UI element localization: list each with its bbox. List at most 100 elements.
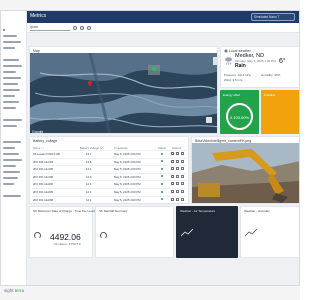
row-timestamp: May 5, 2025 4:00 PM <box>114 159 141 164</box>
delete-icon[interactable] <box>181 174 184 178</box>
sidebar-item[interactable] <box>3 71 16 73</box>
sidebar-item[interactable] <box>3 125 17 127</box>
energy-tile-title: Energy effort <box>223 93 241 97</box>
status-indicator <box>161 182 163 185</box>
view-icon[interactable] <box>176 182 179 186</box>
filter-icon[interactable] <box>73 26 77 30</box>
view-icon[interactable] <box>176 159 179 163</box>
edit-icon[interactable] <box>171 182 174 186</box>
edit-icon[interactable] <box>171 167 174 171</box>
edit-icon[interactable] <box>171 159 174 163</box>
warning-tile-title: Frobilinir <box>264 93 276 97</box>
sidebar-item[interactable] <box>3 95 15 97</box>
row-timestamp: May 5, 2025 4:00 PM <box>114 174 141 179</box>
humidity-title: Weather - Humidity <box>244 209 270 213</box>
sidebar-item[interactable] <box>3 147 15 149</box>
warning-status-tile[interactable]: Frobilinir <box>261 90 299 134</box>
row-voltage: 12.1 <box>86 197 92 202</box>
row-name: 2K6 F01 HH196 <box>33 174 54 179</box>
sidebar-item[interactable] <box>3 183 14 185</box>
refresh-icon[interactable] <box>80 26 84 30</box>
battery-table-widget: Battery_voltage Name ↑↑ Battery Voltage … <box>29 136 189 204</box>
dashboard-screen: Metrics Simulated Nano T quarr Map Googl… <box>0 10 300 286</box>
row-timestamp: May 5, 2025 4:00 PM <box>114 152 141 156</box>
row-timestamp: May 5, 2025 4:00 PM <box>114 190 141 194</box>
row-voltage: 13.5 <box>86 159 92 164</box>
table-row-divider <box>32 165 186 167</box>
map-widget: Map Google <box>29 46 218 134</box>
sidebar-item[interactable] <box>3 83 18 85</box>
sidebar-item[interactable] <box>3 65 22 67</box>
row-name: 2K6 F01 HH200 <box>33 182 54 187</box>
sidebar-item[interactable] <box>3 59 19 61</box>
camera-image[interactable] <box>192 143 299 203</box>
sidebar-item[interactable] <box>3 171 20 173</box>
sidebar-item[interactable] <box>3 177 18 179</box>
view-icon[interactable] <box>176 174 179 178</box>
weather-pressure: Pressure: 1014 hPa <box>224 73 251 77</box>
sidebar-item[interactable] <box>3 159 22 161</box>
status-indicator <box>161 167 163 170</box>
sidebar-item[interactable] <box>3 47 15 49</box>
map-terrain <box>30 52 217 133</box>
air-temperature-title: Weather - Air Temperature <box>180 209 216 213</box>
sidebar-item[interactable] <box>3 77 21 79</box>
sidebar-item[interactable] <box>3 141 21 143</box>
sidebar-item[interactable] <box>3 89 20 91</box>
delete-icon[interactable] <box>181 152 184 155</box>
satellite-map[interactable]: Google <box>30 52 217 133</box>
sidebar-item[interactable] <box>3 35 17 37</box>
delete-icon[interactable] <box>181 182 184 186</box>
row-voltage: 12.6 <box>86 182 92 187</box>
filter-bar: quarr <box>27 23 299 33</box>
delete-icon[interactable] <box>181 167 184 171</box>
status-indicator <box>161 198 163 201</box>
sidebar-item[interactable] <box>3 107 16 109</box>
charge-rate-widget: SK Maximum Rate of Charge - Time Per Lev… <box>29 206 95 258</box>
footer: sight terra <box>0 286 300 300</box>
filter-input[interactable]: quarr <box>30 25 70 31</box>
rainfall-title: SK Rainfall Summary <box>99 209 128 213</box>
view-icon[interactable] <box>176 152 179 155</box>
app-frame: Metrics Simulated Nano T quarr Map Googl… <box>0 0 300 300</box>
delete-icon[interactable] <box>181 159 184 163</box>
rainfall-widget: SK Rainfall Summary <box>95 206 174 258</box>
edit-icon[interactable] <box>171 197 174 201</box>
weather-temperature: 6° <box>279 58 286 65</box>
brand-suffix: terra <box>14 288 25 293</box>
brand-logo: sight terra <box>4 288 24 293</box>
sidebar-item[interactable] <box>3 153 19 155</box>
energy-status-tile[interactable]: Energy effort 0.100.00% <box>220 90 259 134</box>
charge-rate-title: SK Maximum Rate of Charge - Time Per Lev… <box>33 209 95 213</box>
sidebar-icon[interactable] <box>3 29 5 31</box>
site-selector-label: Simulated Nano T <box>254 15 280 19</box>
sidebar-item[interactable] <box>3 101 19 103</box>
excavator-photo <box>192 143 299 203</box>
settings-icon[interactable] <box>87 26 91 30</box>
view-icon[interactable] <box>176 190 179 193</box>
table-row-divider <box>32 180 186 182</box>
weather-wind: Wind: 3.5 m/s <box>224 78 243 82</box>
page-title: Metrics <box>30 13 47 19</box>
top-bar: Metrics Simulated Nano T <box>27 11 299 23</box>
site-selector[interactable]: Simulated Nano T <box>251 13 295 21</box>
weather-pin-icon <box>224 49 228 53</box>
table-divider <box>32 150 186 151</box>
delete-icon[interactable] <box>181 197 184 201</box>
table-row-divider <box>32 203 186 204</box>
delete-icon[interactable] <box>181 190 184 193</box>
edit-icon[interactable] <box>171 174 174 178</box>
charge-rate-subtitle: Simulated - PPRPT E <box>54 242 81 246</box>
view-icon[interactable] <box>176 167 179 171</box>
sidebar-item[interactable] <box>3 195 21 197</box>
sidebar-item[interactable] <box>3 41 21 43</box>
sidebar-item[interactable] <box>3 119 22 121</box>
edit-icon[interactable] <box>171 190 174 193</box>
gauge-icon <box>100 232 107 239</box>
edit-icon[interactable] <box>171 152 174 155</box>
row-voltage: 13.1 <box>86 167 92 172</box>
view-icon[interactable] <box>176 197 179 201</box>
row-timestamp: May 5, 2025 4:00 PM <box>114 182 141 187</box>
sidebar-item[interactable] <box>3 165 16 167</box>
camera-widget: BetaVideoIntelligent_cameraFH.png <box>191 136 299 204</box>
